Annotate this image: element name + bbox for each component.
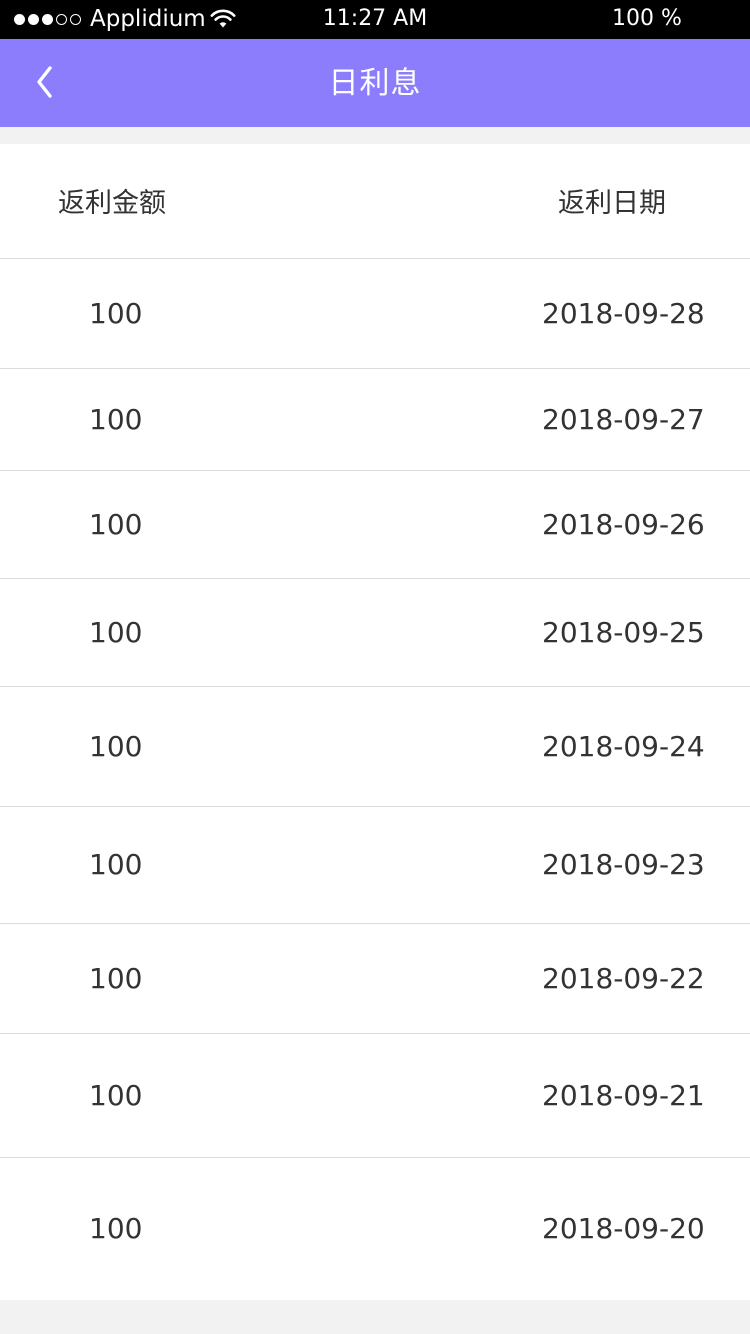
row-date: 2018-09-27: [542, 402, 705, 436]
row-amount: 100: [89, 507, 143, 541]
table-row[interactable]: 100 2018-09-20: [0, 1158, 750, 1300]
row-date: 2018-09-26: [542, 507, 705, 541]
navigation-bar: 日利息: [0, 39, 750, 127]
row-date: 2018-09-25: [542, 615, 705, 649]
row-amount: 100: [89, 615, 143, 649]
table-row[interactable]: 100 2018-09-25: [0, 579, 750, 687]
row-date: 2018-09-20: [542, 1212, 705, 1245]
row-amount: 100: [89, 402, 143, 436]
table-row[interactable]: 100 2018-09-24: [0, 687, 750, 807]
table-row[interactable]: 100 2018-09-26: [0, 471, 750, 579]
status-bar: Applidium 11:27 AM 100 %: [0, 0, 750, 39]
row-amount: 100: [89, 1078, 143, 1112]
table-row[interactable]: 100 2018-09-23: [0, 807, 750, 924]
row-amount: 100: [89, 961, 143, 995]
row-date: 2018-09-28: [542, 296, 705, 330]
interest-list: 返利金额 返利日期 100 2018-09-28 100 2018-09-27 …: [0, 144, 750, 1300]
row-amount: 100: [89, 1212, 143, 1245]
row-date: 2018-09-21: [542, 1078, 705, 1112]
table-row[interactable]: 100 2018-09-21: [0, 1034, 750, 1158]
header-date: 返利日期: [558, 188, 666, 219]
row-date: 2018-09-24: [542, 729, 705, 763]
table-row[interactable]: 100 2018-09-22: [0, 924, 750, 1034]
page-title: 日利息: [328, 66, 422, 101]
table-row[interactable]: 100 2018-09-28: [0, 259, 750, 369]
table-row[interactable]: 100 2018-09-27: [0, 369, 750, 471]
header-amount: 返利金额: [58, 188, 166, 219]
battery-level: 100 %: [612, 6, 682, 31]
table-header: 返利金额 返利日期: [0, 144, 750, 259]
row-date: 2018-09-23: [542, 848, 705, 881]
row-amount: 100: [89, 848, 143, 881]
row-amount: 100: [89, 296, 143, 330]
row-amount: 100: [89, 729, 143, 763]
row-date: 2018-09-22: [542, 961, 705, 995]
